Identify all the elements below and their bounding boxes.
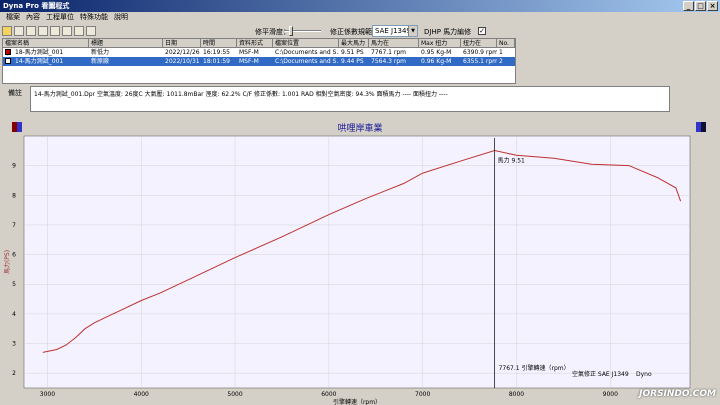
menu-special[interactable]: 特殊功能 bbox=[77, 12, 111, 23]
x-tick-label: 6000 bbox=[321, 391, 336, 398]
curve-icon[interactable] bbox=[50, 26, 60, 36]
col-tq-at[interactable]: 扭力在 bbox=[461, 39, 497, 48]
menu-units[interactable]: 工程單位 bbox=[43, 12, 77, 23]
row-title: 新原廠 bbox=[91, 58, 110, 65]
row-max-tq: 0.95 Kg-M bbox=[421, 49, 452, 56]
row-hp-at: 7767.1 rpm bbox=[371, 49, 407, 56]
row-path: C:\Documents and S... bbox=[275, 58, 339, 65]
x-axis-title: 引擎轉速（rpm） bbox=[333, 398, 381, 405]
y-tick-label: 5 bbox=[12, 281, 16, 288]
correction-note: 空氣修正 SAE J1349 bbox=[572, 370, 629, 378]
row-tq-at: 6390.9 rpm bbox=[463, 49, 497, 56]
row-time: 18:01:59 bbox=[203, 58, 230, 65]
col-title[interactable]: 標題 bbox=[89, 39, 163, 48]
row-title: 新低力 bbox=[91, 49, 110, 56]
y-tick-label: 7 bbox=[12, 222, 16, 229]
menu-content[interactable]: 內容 bbox=[23, 12, 43, 23]
save-icon[interactable] bbox=[14, 26, 24, 36]
x-tick-label: 4000 bbox=[134, 391, 149, 398]
y-axis-title: 馬力(PS) bbox=[3, 250, 11, 274]
table-header: 檔案名稱 標題 日期 時間 資料形式 檔案位置 最大馬力 馬力在 Max 扭力 … bbox=[3, 39, 515, 48]
row-max-hp: 9.51 PS bbox=[341, 49, 364, 56]
cursor-rpm-label: 7767.1 引擎轉速（rpm） bbox=[499, 364, 570, 372]
y-tick-label: 6 bbox=[12, 252, 16, 259]
grid-icon[interactable] bbox=[62, 26, 72, 36]
note-label: 備註 bbox=[8, 89, 22, 97]
row-no: 1 bbox=[499, 49, 503, 56]
col-hp-at[interactable]: 馬力在 bbox=[369, 39, 419, 48]
y-tick-label: 8 bbox=[12, 192, 16, 199]
y-tick-label: 9 bbox=[12, 163, 16, 170]
col-file-name[interactable]: 檔案名稱 bbox=[3, 39, 89, 48]
maximize-button[interactable]: □ bbox=[695, 1, 706, 11]
dyno-note: Dyno bbox=[636, 371, 652, 378]
row-checkbox[interactable]: ✓ bbox=[5, 49, 12, 58]
toolbar: 修平滑度： 修正係數規範 SAE J1349 ▼ DJHP 馬力編修 ✓ bbox=[0, 24, 720, 38]
row-max-tq: 0.96 Kg-M bbox=[421, 58, 452, 65]
cursor-value-label: 馬力 9.51 bbox=[498, 157, 525, 165]
minimize-button[interactable]: _ bbox=[683, 1, 694, 11]
watermark: JORSINDO.COM bbox=[639, 389, 716, 399]
table-row[interactable]: 14-馬力測試_001 新原廠 2022/10/31 18:01:59 MSF-… bbox=[3, 57, 515, 66]
note-text: 14-馬力測試_001.Dpr 空氣溫度: 26度C 大氣壓: 1011.8mB… bbox=[34, 91, 448, 98]
col-type[interactable]: 資料形式 bbox=[237, 39, 273, 48]
row-hp-at: 7564.3 rpm bbox=[371, 58, 407, 65]
row-name: 18-馬力測試_001 bbox=[15, 49, 64, 56]
open-folder-icon[interactable] bbox=[2, 26, 12, 36]
row-date: 2022/12/26 bbox=[165, 49, 200, 56]
smoothing-label: 修平滑度： bbox=[255, 28, 290, 36]
plot-area bbox=[23, 135, 691, 389]
menu-file[interactable]: 檔案 bbox=[3, 12, 23, 23]
title-bar: Dyna Pro 看圖程式 _ □ × bbox=[0, 0, 720, 12]
x-tick-label: 7000 bbox=[415, 391, 430, 398]
col-path[interactable]: 檔案位置 bbox=[273, 39, 339, 48]
row-time: 16:19:55 bbox=[203, 49, 230, 56]
smoothing-slider-thumb[interactable] bbox=[289, 26, 293, 36]
row-date: 2022/10/31 bbox=[165, 58, 200, 65]
window-title: Dyna Pro 看圖程式 bbox=[3, 2, 70, 10]
row-no: 2 bbox=[499, 58, 503, 65]
file-table: 檔案名稱 標題 日期 時間 資料形式 檔案位置 最大馬力 馬力在 Max 扭力 … bbox=[2, 38, 516, 84]
row-type: MSF-M bbox=[239, 49, 259, 56]
y-tick-label: 2 bbox=[12, 370, 16, 377]
close-button[interactable]: × bbox=[707, 1, 718, 11]
note-box[interactable]: 14-馬力測試_001.Dpr 空氣溫度: 26度C 大氣壓: 1011.8mB… bbox=[30, 86, 670, 112]
col-date[interactable]: 日期 bbox=[163, 39, 201, 48]
menu-bar: 檔案 內容 工程單位 特殊功能 說明 bbox=[0, 12, 720, 23]
power-chart[interactable]: 2 3 4 5 6 7 8 9 3000 4000 5000 6000 7000 8000 9000 引擎轉速… bbox=[0, 118, 720, 405]
chart-panel: 哄哩岸車業 2 3 4 5 6 7 8 9 3000 4000 5000 6000 7000 8000 90… bbox=[0, 118, 720, 405]
help-icon[interactable] bbox=[86, 26, 96, 36]
y-tick-label: 4 bbox=[12, 311, 16, 318]
djhp-checkbox[interactable]: ✓ bbox=[478, 27, 486, 35]
chevron-down-icon: ▼ bbox=[408, 26, 417, 36]
x-tick-label: 8000 bbox=[509, 391, 524, 398]
row-max-hp: 9.44 PS bbox=[341, 58, 364, 65]
row-name: 14-馬力測試_001 bbox=[15, 58, 64, 65]
col-max-tq[interactable]: Max 扭力 bbox=[419, 39, 461, 48]
app-window: Dyna Pro 看圖程式 _ □ × 檔案 內容 工程單位 特殊功能 說明 修… bbox=[0, 0, 720, 405]
x-tick-label: 9000 bbox=[603, 391, 618, 398]
row-path: C:\Documents and S... bbox=[275, 49, 339, 56]
row-checkbox[interactable] bbox=[5, 58, 11, 64]
col-no[interactable]: No. bbox=[497, 39, 515, 48]
table-row[interactable]: ✓ 18-馬力測試_001 新低力 2022/12/26 16:19:55 MS… bbox=[3, 48, 515, 58]
row-type: MSF-M bbox=[239, 58, 259, 65]
col-max-hp[interactable]: 最大馬力 bbox=[339, 39, 369, 48]
chart-icon[interactable] bbox=[38, 26, 48, 36]
correction-label: 修正係數規範 bbox=[330, 28, 372, 36]
col-time[interactable]: 時間 bbox=[201, 39, 237, 48]
print-icon[interactable] bbox=[26, 26, 36, 36]
y-tick-label: 3 bbox=[12, 341, 16, 348]
correction-select[interactable]: SAE J1349 ▼ bbox=[372, 25, 418, 37]
menu-help[interactable]: 說明 bbox=[111, 12, 131, 23]
x-tick-label: 3000 bbox=[40, 391, 55, 398]
correction-select-value: SAE J1349 bbox=[375, 27, 411, 35]
zoom-icon[interactable] bbox=[74, 26, 84, 36]
djhp-label: DJHP 馬力編修 bbox=[424, 28, 472, 36]
x-tick-label: 5000 bbox=[227, 391, 242, 398]
row-tq-at: 6355.1 rpm bbox=[463, 58, 497, 65]
